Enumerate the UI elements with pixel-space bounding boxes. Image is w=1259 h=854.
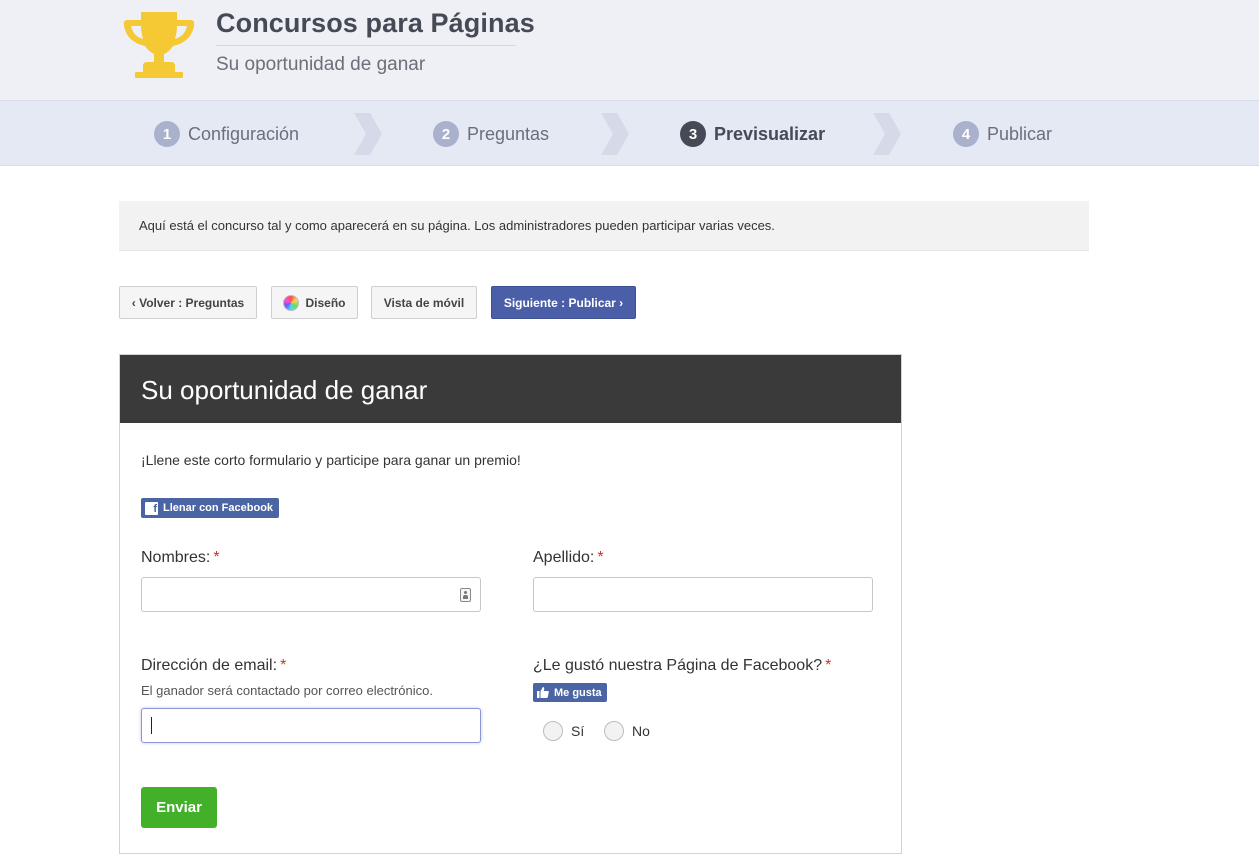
title-divider — [216, 45, 516, 46]
text-caret — [151, 717, 152, 734]
fill-with-facebook-button[interactable]: f Llenar con Facebook — [141, 498, 280, 518]
last-name-label: Apellido: * — [533, 549, 604, 567]
step-number: 2 — [433, 121, 459, 147]
radio-option-no[interactable]: No — [604, 721, 650, 741]
color-wheel-icon — [283, 294, 300, 311]
required-marker: * — [825, 657, 832, 674]
last-name-input[interactable] — [533, 577, 873, 612]
required-marker: * — [280, 657, 287, 674]
email-label: Dirección de email: * — [141, 657, 286, 675]
wizard-steps: 1 Configuración 2 Preguntas 3 Previsuali… — [0, 100, 1259, 166]
step-number: 1 — [154, 121, 180, 147]
info-text: Aquí está el concurso tal y como aparece… — [139, 218, 775, 233]
last-name-label-text: Apellido: — [533, 549, 595, 566]
contest-preview-card: Su oportunidad de ganar ¡Llene este cort… — [119, 354, 902, 854]
design-button[interactable]: Diseño — [271, 286, 358, 319]
like-page-button[interactable]: Me gusta — [533, 683, 607, 702]
radio-option-yes[interactable]: Sí — [543, 721, 584, 741]
app-subtitle: Su oportunidad de ganar — [216, 54, 426, 75]
step-label: Configuración — [188, 123, 300, 144]
radio-yes-label: Sí — [571, 723, 585, 739]
info-notice: Aquí está el concurso tal y como aparece… — [119, 201, 1089, 251]
submit-button[interactable]: Enviar — [141, 787, 217, 828]
contest-description: ¡Llene este corto formulario y participe… — [141, 452, 521, 468]
first-name-label-text: Nombres: — [141, 549, 211, 566]
chevron-right-icon — [873, 113, 901, 155]
email-input[interactable] — [141, 708, 481, 743]
contest-title: Su oportunidad de ganar — [141, 375, 428, 405]
step-preguntas[interactable]: 2 Preguntas — [433, 120, 549, 148]
like-question-text: ¿Le gustó nuestra Página de Facebook? — [533, 657, 823, 674]
step-label: Preguntas — [467, 123, 550, 144]
contest-header: Su oportunidad de ganar — [120, 355, 901, 423]
chevron-right-icon — [354, 113, 382, 155]
next-button[interactable]: Siguiente : Publicar › — [491, 286, 636, 319]
trophy-icon — [123, 12, 195, 78]
fill-with-facebook-label: Llenar con Facebook — [163, 502, 274, 514]
app-header: Concursos para Páginas Su oportunidad de… — [0, 0, 1259, 100]
first-name-input[interactable] — [141, 577, 481, 612]
first-name-label: Nombres: * — [141, 549, 220, 567]
chevron-right-icon — [601, 113, 629, 155]
design-label: Diseño — [305, 295, 346, 310]
thumbs-up-icon — [537, 687, 549, 698]
step-label: Previsualizar — [714, 123, 826, 144]
facebook-icon: f — [145, 501, 158, 515]
step-number: 3 — [680, 121, 706, 147]
email-label-text: Dirección de email: — [141, 657, 278, 674]
app-title: Concursos para Páginas — [216, 8, 535, 38]
required-marker: * — [597, 549, 604, 566]
step-configuracion[interactable]: 1 Configuración — [154, 120, 299, 148]
step-number: 4 — [953, 121, 979, 147]
radio-yes[interactable] — [543, 721, 563, 741]
required-marker: * — [213, 549, 220, 566]
email-help-text: El ganador será contactado por correo el… — [141, 683, 433, 698]
step-label: Publicar — [987, 123, 1053, 144]
mobile-view-button[interactable]: Vista de móvil — [371, 286, 477, 319]
like-label: Me gusta — [554, 686, 602, 699]
step-publicar[interactable]: 4 Publicar — [953, 120, 1052, 148]
like-question-label: ¿Le gustó nuestra Página de Facebook? * — [533, 657, 831, 675]
radio-no[interactable] — [604, 721, 624, 741]
radio-no-label: No — [632, 723, 650, 739]
back-button[interactable]: ‹ Volver : Preguntas — [119, 286, 257, 319]
contact-card-icon[interactable] — [460, 588, 471, 602]
step-previsualizar[interactable]: 3 Previsualizar — [680, 120, 825, 148]
